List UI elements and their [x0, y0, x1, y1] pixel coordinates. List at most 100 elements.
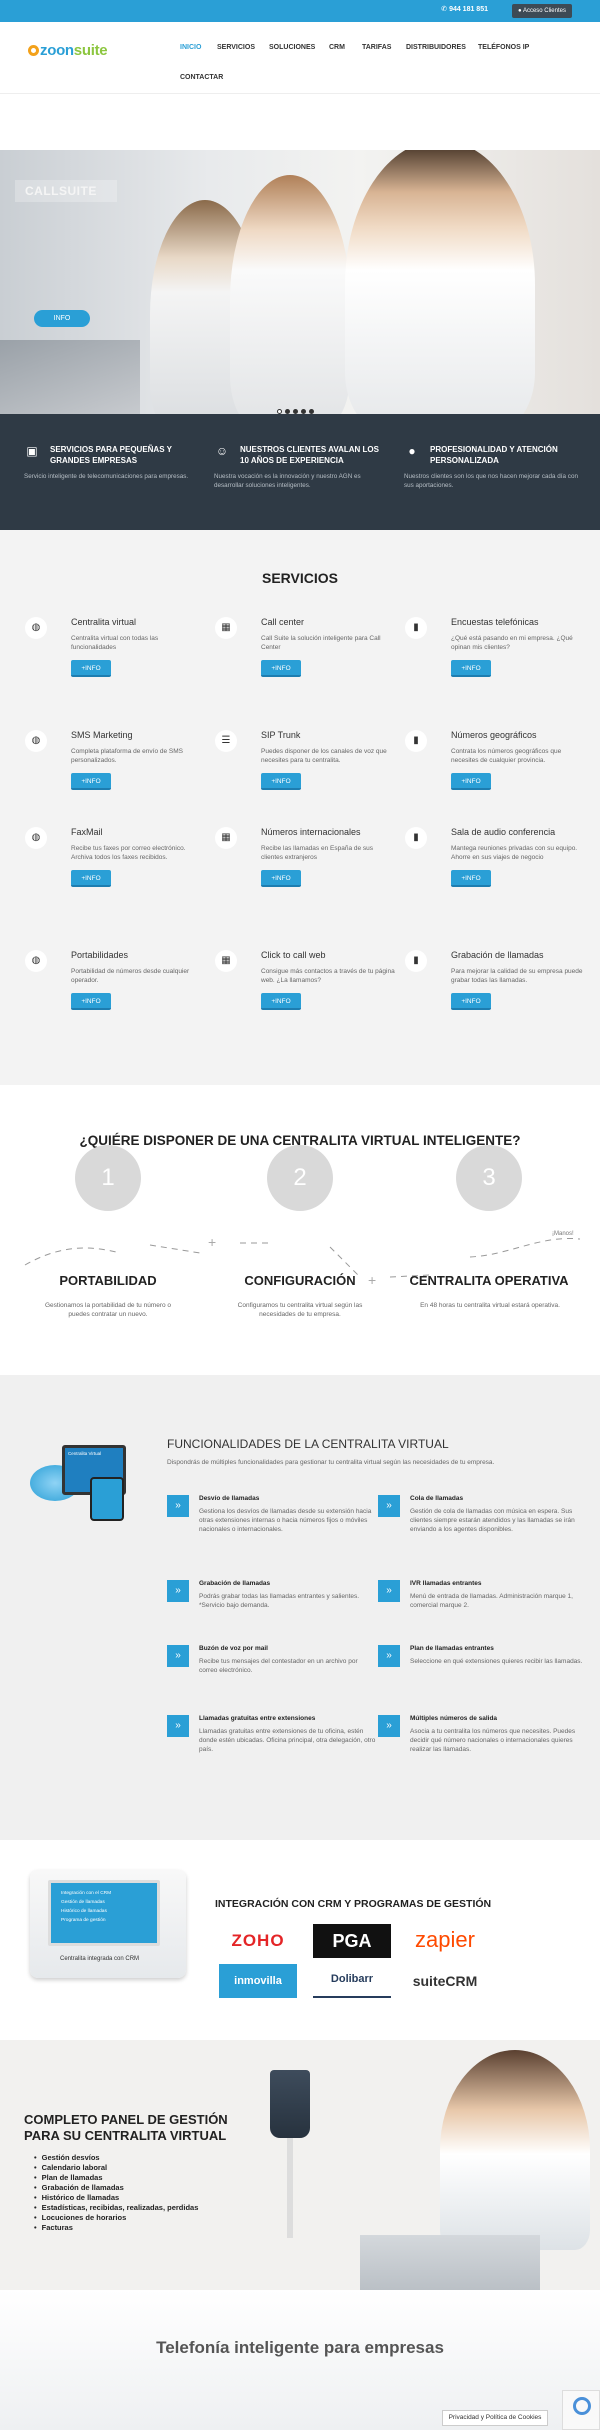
step-title: CENTRALITA OPERATIVA [409, 1273, 569, 1288]
steps-section: ¿QUIÉRE DISPONER DE UNA CENTRALITA VIRTU… [0, 1085, 600, 1375]
hero-person-middle [230, 175, 350, 414]
nav-item-servicios[interactable]: SERVICIOS [217, 44, 255, 51]
function-text: Asocia a tu centralita los números que n… [410, 1728, 576, 1753]
feature-block: ☺ NUESTROS CLIENTES AVALAN LOS 10 AÑOS D… [214, 444, 389, 490]
panel-list-item: Facturas [34, 2223, 198, 2233]
function-title: Cola de llamadas [410, 1495, 464, 1502]
service-info-button[interactable]: +INFO [71, 660, 111, 677]
site-header: zoonsuite INICIO SERVICIOS SOLUCIONES CR… [0, 22, 600, 94]
logo-pga[interactable]: PGA [313, 1924, 391, 1958]
service-title: SIP Trunk [261, 730, 301, 740]
service-title: SMS Marketing [71, 730, 133, 740]
feature-block: ▣ SERVICIOS PARA PEQUEÑAS Y GRANDES EMPR… [24, 444, 199, 481]
step-number: 2 [267, 1145, 333, 1211]
cookie-policy-button[interactable]: Privacidad y Política de Cookies [442, 2410, 548, 2426]
logo-suitecrm[interactable]: suiteCRM [406, 1964, 484, 1998]
hero-laptop [0, 340, 140, 414]
service-info-button[interactable]: +INFO [451, 773, 491, 790]
nav-item-inicio[interactable]: INICIO [180, 44, 201, 51]
top-bar: ✆ 944 181 851 ● Acceso Clientes [0, 0, 600, 22]
function-text: Podrás grabar todas las llamadas entrant… [199, 1593, 360, 1609]
service-info-button[interactable]: +INFO [261, 660, 301, 677]
hero-label: CALLSUITE [15, 180, 117, 202]
step-text: Configuramos tu centralita virtual según… [237, 1302, 363, 1318]
features-band: ▣ SERVICIOS PARA PEQUEÑAS Y GRANDES EMPR… [0, 414, 600, 530]
function-text: Menú de entrada de llamadas. Administrac… [410, 1593, 573, 1609]
logo-ring-icon [28, 45, 39, 56]
nav-item-distribuidores[interactable]: DISTRIBUIDORES [406, 44, 466, 51]
service-title: Grabación de llamadas [451, 950, 544, 960]
service-info-button[interactable]: +INFO [71, 773, 111, 790]
function-item: » Múltiples números de salida Asocia a tu … [378, 1715, 588, 1754]
service-card: ◍ Centralita virtual Centralita virtual co… [25, 617, 205, 677]
panel-list-item: Calendario laboral [34, 2163, 198, 2173]
panel-list-item: Grabación de llamadas [34, 2183, 198, 2193]
lamp-illustration [270, 2070, 310, 2138]
panel-title: COMPLETO PANEL DE GESTIÓN PARA SU CENTRA… [24, 2112, 228, 2143]
hero-slider: CALLSUITE INFO [0, 150, 600, 414]
nav-item-telefonos-ip[interactable]: TELÉFONOS IP [478, 44, 529, 51]
function-item: » Llamadas gratuitas entre extensiones Lla… [167, 1715, 377, 1754]
service-text: Centralita virtual con todas las funcion… [71, 635, 159, 651]
service-info-button[interactable]: +INFO [451, 870, 491, 887]
phone-number[interactable]: ✆ 944 181 851 [441, 5, 488, 13]
function-text: Gestiona los desvíos de llamadas desde s… [199, 1508, 372, 1533]
service-info-button[interactable]: +INFO [451, 660, 491, 677]
service-info-button[interactable]: +INFO [261, 870, 301, 887]
service-text: Recibe tus faxes por correo electrónico.… [71, 845, 186, 861]
bar-chart-icon: ▮ [405, 827, 427, 849]
service-info-button[interactable]: +INFO [71, 870, 111, 887]
double-chevron-right-icon: » [167, 1580, 189, 1602]
logo-dolibarr[interactable]: Dolibarr [313, 1964, 391, 1998]
function-item: » Plan de llamadas entrantes Seleccione en… [378, 1645, 588, 1667]
service-card: ▦ Call center Call Suite la solución intel… [215, 617, 395, 677]
recaptcha-badge[interactable] [562, 2390, 600, 2430]
function-title: Grabación de llamadas [199, 1580, 271, 1587]
slider-dots [277, 401, 317, 414]
panel-list-item: Plan de llamadas [34, 2173, 198, 2183]
monitor-line: Programa de gestión [61, 1918, 106, 1923]
feature-text: Nuestra vocación es la innovación y nues… [214, 473, 361, 489]
function-text: Llamadas gratuitas entre extensiones de … [199, 1728, 376, 1753]
site-logo[interactable]: zoonsuite [28, 42, 108, 59]
user-icon: ● [408, 444, 416, 458]
client-access-button[interactable]: ● Acceso Clientes [512, 4, 572, 18]
nav-item-soluciones[interactable]: SOLUCIONES [269, 44, 315, 51]
hero-info-button[interactable]: INFO [34, 310, 90, 327]
function-item: » Desvío de llamadas Gestiona los desvíos … [167, 1495, 377, 1534]
service-info-button[interactable]: +INFO [261, 993, 301, 1010]
nav-item-crm[interactable]: CRM [329, 44, 345, 51]
service-title: Centralita virtual [71, 617, 137, 627]
step-number: 3 [456, 1145, 522, 1211]
monitor-line: Histórico de llamadas [61, 1909, 107, 1914]
step-text: Gestionamos la portabilidad de tu número… [44, 1302, 172, 1318]
function-title: Buzón de voz por mail [199, 1645, 268, 1652]
service-info-button[interactable]: +INFO [261, 773, 301, 790]
panel-list-item: Histórico de llamadas [34, 2193, 198, 2203]
function-item: » Grabación de llamadas Podrás grabar toda… [167, 1580, 377, 1610]
service-info-button[interactable]: +INFO [451, 993, 491, 1010]
device-label: Centralita Virtual [68, 1451, 102, 1456]
logo-zoho[interactable]: ZOHO [219, 1924, 297, 1958]
bottom-banner: Telefonía inteligente para empresas [0, 2290, 600, 2430]
service-info-button[interactable]: +INFO [71, 993, 111, 1010]
function-item: » Buzón de voz por mail Recibe tus mensaje… [167, 1645, 377, 1675]
monitor-caption: Centralita integrada con CRM [60, 1956, 140, 1962]
logo-zapier[interactable]: zapier [406, 1924, 484, 1958]
logo-inmovilla[interactable]: inmovilla [219, 1964, 297, 1998]
crm-title: INTEGRACIÓN CON CRM Y PROGRAMAS DE GESTI… [215, 1898, 492, 1910]
step-number: 1 [75, 1145, 141, 1211]
double-chevron-right-icon: » [378, 1495, 400, 1517]
nav-item-contactar[interactable]: CONTACTAR [180, 74, 223, 81]
function-title: Desvío de llamadas [199, 1495, 260, 1502]
nav-item-tarifas[interactable]: TARIFAS [362, 44, 391, 51]
svg-text:+: + [208, 1234, 216, 1250]
service-title: Encuestas telefónicas [451, 617, 539, 627]
service-text: Mantega reuniones privadas con su equipo… [451, 845, 578, 861]
services-title: SERVICIOS [262, 570, 338, 586]
double-chevron-right-icon: » [167, 1645, 189, 1667]
crm-monitor: Integración con el CRM Gestión de llamad… [30, 1870, 186, 1978]
globe-icon: ◍ [25, 827, 47, 849]
service-text: Puedes disponer de los canales de voz qu… [261, 748, 387, 764]
grid-icon: ▦ [215, 617, 237, 639]
